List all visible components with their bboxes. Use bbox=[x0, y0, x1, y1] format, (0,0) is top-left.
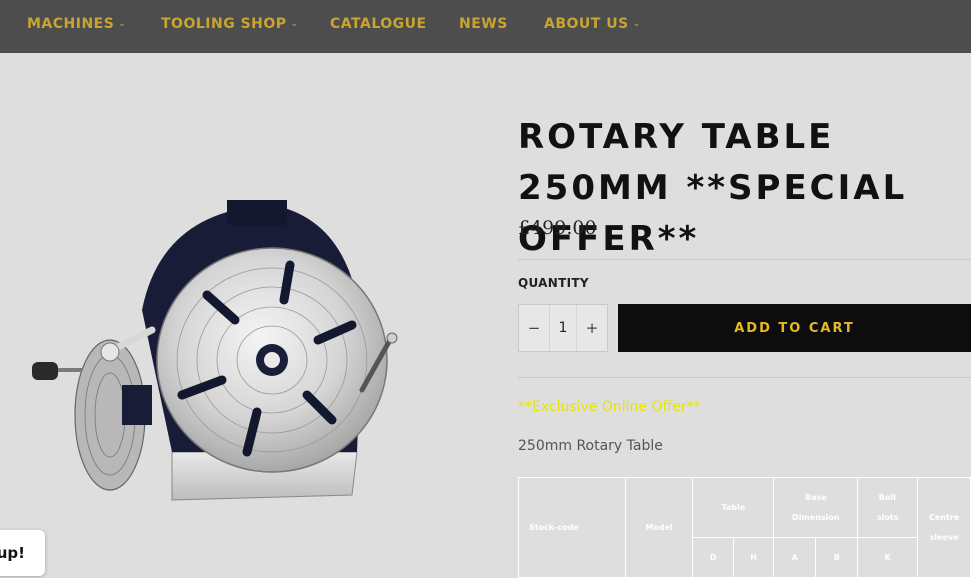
add-to-cart-button[interactable]: ADD TO CART bbox=[618, 304, 971, 352]
divider bbox=[518, 377, 971, 378]
spec-subheader-b: B bbox=[815, 537, 859, 578]
spec-subheader-d: D bbox=[692, 537, 734, 578]
signup-popup-tab[interactable]: up! bbox=[0, 530, 45, 576]
top-nav: MACHINES ⌄ TOOLING SHOP ⌄ CATALOGUE NEWS A… bbox=[0, 0, 971, 53]
spec-table: Stock-code Model Table Base Dimension Bo… bbox=[518, 477, 971, 578]
spec-header-model: Model bbox=[624, 477, 694, 578]
nav-about-us[interactable]: ABOUT US ⌄ bbox=[544, 16, 641, 32]
spec-header-base-dimension: Base Dimension bbox=[773, 477, 859, 538]
spec-header-table: Table bbox=[692, 477, 775, 538]
spec-header-centre-sleeve: Centre sleeve bbox=[917, 477, 971, 578]
decrement-button[interactable]: − bbox=[519, 305, 549, 351]
nav-machines[interactable]: MACHINES ⌄ bbox=[27, 16, 126, 32]
nav-tooling-shop-label: TOOLING SHOP bbox=[161, 16, 287, 32]
nav-tooling-shop[interactable]: TOOLING SHOP ⌄ bbox=[161, 16, 299, 32]
product-title: ROTARY TABLE 250MM **SPECIAL OFFER** bbox=[518, 117, 908, 259]
product-price: £499.00 bbox=[518, 217, 597, 239]
nav-catalogue[interactable]: CATALOGUE bbox=[330, 16, 427, 32]
spec-header-bolt-slots: Bolt slots bbox=[857, 477, 919, 538]
quantity-label: QUANTITY bbox=[518, 276, 589, 290]
quantity-stepper: − 1 + bbox=[518, 304, 608, 352]
spec-subheader-h: H bbox=[732, 537, 775, 578]
quantity-input[interactable]: 1 bbox=[549, 305, 577, 351]
product-description: 250mm Rotary Table bbox=[518, 438, 663, 454]
chevron-down-icon: ⌄ bbox=[290, 19, 299, 29]
product-image[interactable] bbox=[22, 190, 412, 505]
divider bbox=[518, 259, 971, 260]
nav-news-label: NEWS bbox=[459, 16, 508, 32]
spec-subheader-a: A bbox=[773, 537, 817, 578]
chevron-down-icon: ⌄ bbox=[118, 19, 127, 29]
spec-subheader-k: K bbox=[857, 537, 919, 578]
spec-header-stock-code: Stock-code bbox=[518, 477, 626, 578]
increment-button[interactable]: + bbox=[577, 305, 607, 351]
chevron-down-icon: ⌄ bbox=[632, 19, 641, 29]
nav-catalogue-label: CATALOGUE bbox=[330, 16, 427, 32]
nav-machines-label: MACHINES bbox=[27, 16, 115, 32]
offer-text: **Exclusive Online Offer** bbox=[518, 399, 701, 415]
nav-news[interactable]: NEWS bbox=[459, 16, 508, 32]
nav-about-us-label: ABOUT US bbox=[544, 16, 629, 32]
popup-label: up! bbox=[0, 544, 25, 562]
